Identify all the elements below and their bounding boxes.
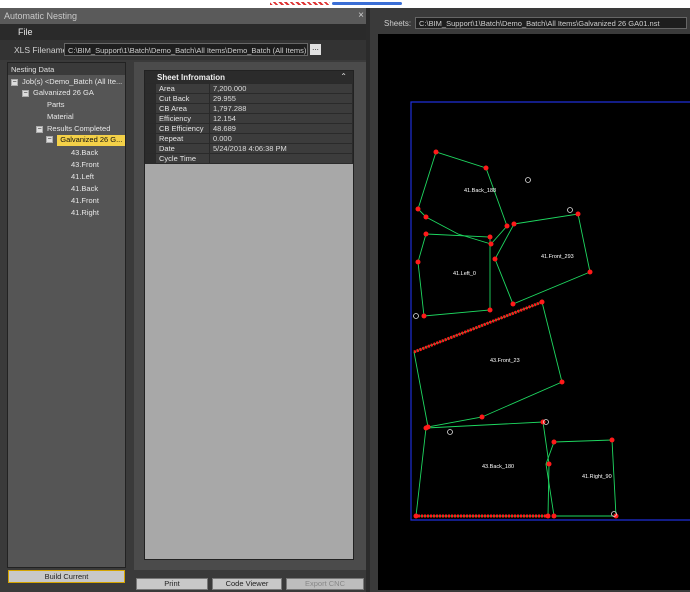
tree-node-part[interactable]: 41.Left — [71, 172, 94, 183]
tree-node-part[interactable]: 41.Front — [71, 196, 99, 207]
table-row: Cut Back 29.955 — [145, 93, 353, 104]
sheets-path-field[interactable]: C:\BIM_Support\1\Batch\Demo_Batch\All It… — [415, 17, 687, 29]
tree-node-sheet-row: − Galvanized 26 G... — [46, 135, 126, 146]
part-outlines — [413, 151, 617, 517]
prop-value — [209, 153, 353, 164]
part-labels: 41.Back_188 41.Front_293 41.Left_0 43.Fr… — [453, 188, 612, 480]
tree-node-job[interactable]: − Job(s) <Demo_Batch (All Ite... — [11, 77, 122, 88]
table-row: Efficiency 12.154 — [145, 113, 353, 124]
prop-key: Cut Back — [155, 93, 210, 104]
prop-value: 7,200.000 — [209, 83, 353, 94]
table-row: Cycle Time — [145, 153, 353, 164]
tree-node-material-group[interactable]: − Galvanized 26 GA — [22, 88, 94, 99]
spellcheck-underline — [270, 2, 330, 5]
part-label: 41.Back_188 — [464, 188, 496, 194]
tree-node-label: Galvanized 26 GA — [33, 88, 94, 97]
collapse-chevron-icon[interactable]: ⌃ — [340, 72, 347, 81]
print-button[interactable]: Print — [136, 578, 208, 590]
part-label: 41.Right_90 — [582, 474, 612, 480]
hyperlink-underline — [332, 2, 402, 5]
export-cnc-button[interactable]: Export CNC — [286, 578, 364, 590]
sheet-boundary — [410, 101, 690, 521]
window-title: Automatic Nesting — [4, 11, 78, 21]
prop-value: 5/24/2018 4:06:38 PM — [209, 143, 353, 154]
cut-points — [413, 149, 619, 519]
prop-key: Efficiency — [155, 113, 210, 124]
close-icon[interactable]: × — [358, 10, 364, 21]
table-row: Date 5/24/2018 4:06:38 PM — [145, 143, 353, 154]
build-current-button[interactable]: Build Current — [8, 570, 125, 583]
menu-file[interactable]: File — [18, 27, 33, 37]
prop-value: 12.154 — [209, 113, 353, 124]
tree-node-part[interactable]: 43.Front — [71, 160, 99, 171]
xls-filename-label: XLS Filename: — [14, 45, 70, 55]
tree-node-material[interactable]: Material — [47, 112, 74, 123]
sheet-info-header: Sheet Infromation ⌃ — [145, 71, 353, 83]
part-label: 41.Front_293 — [541, 254, 574, 260]
table-row: CB Efficiency 48.689 — [145, 123, 353, 134]
table-row: Area 7,200.000 — [145, 83, 353, 94]
prop-key: Date — [155, 143, 210, 154]
prop-key: Cycle Time — [155, 153, 210, 164]
browse-button[interactable]: ... — [310, 44, 321, 55]
sheet-properties-table: Area 7,200.000 Cut Back 29.955 CB Area 1,79… — [145, 83, 353, 164]
tree-node-label: Results Completed — [47, 124, 111, 133]
xls-filename-row: XLS Filename: C:\BIM_Support\1\Batch\Dem… — [0, 40, 370, 60]
code-viewer-button[interactable]: Code Viewer — [212, 578, 282, 590]
title-bar: Automatic Nesting × — [0, 8, 370, 24]
tree-node-sheet-selected[interactable]: Galvanized 26 G... — [57, 135, 126, 146]
prop-value: 1,797.288 — [209, 103, 353, 114]
collapse-icon[interactable]: − — [46, 136, 53, 144]
tree-node-part[interactable]: 43.Back — [71, 148, 98, 159]
part-back-188-outline — [417, 151, 508, 245]
part-label: 43.Back_180 — [482, 464, 514, 470]
sheet-view-panel: Sheets: C:\BIM_Support\1\Batch\Demo_Batc… — [370, 8, 690, 592]
sheet-info-panel: Sheet Infromation ⌃ Area 7,200.000 Cut Ba… — [134, 62, 366, 570]
prop-value: 0.000 — [209, 133, 353, 144]
nesting-canvas[interactable]: 41.Back_188 41.Front_293 41.Left_0 43.Fr… — [378, 34, 690, 590]
part-label: 41.Left_0 — [453, 271, 476, 277]
table-row: Repeat 0.000 — [145, 133, 353, 144]
collapse-icon[interactable]: − — [22, 89, 29, 97]
tree-node-part[interactable]: 41.Right — [71, 208, 99, 219]
tree-header: Nesting Data — [8, 63, 125, 75]
nesting-data-tree: Nesting Data − Job(s) <Demo_Batch (All It… — [7, 62, 126, 568]
prop-key: Repeat — [155, 133, 210, 144]
automatic-nesting-window: Automatic Nesting × File XLS Filename: C… — [0, 8, 370, 592]
collapse-icon[interactable]: − — [36, 125, 43, 133]
prop-key: Area — [155, 83, 210, 94]
sheet-info-title: Sheet Infromation — [157, 73, 226, 82]
tree-node-part[interactable]: 41.Back — [71, 184, 98, 195]
tree-node-parts[interactable]: Parts — [47, 100, 65, 111]
tree-node-results[interactable]: − Results Completed — [36, 124, 110, 135]
sheets-label: Sheets: — [384, 19, 412, 28]
part-front-23-outline — [413, 301, 563, 428]
table-row: CB Area 1,797.288 — [145, 103, 353, 114]
sheet-info-card: Sheet Infromation ⌃ Area 7,200.000 Cut Ba… — [144, 70, 354, 560]
document-top-strip — [0, 0, 690, 8]
tree-node-label: Job(s) <Demo_Batch (All Ite... — [22, 77, 123, 86]
prop-key: CB Area — [155, 103, 210, 114]
prop-value: 29.955 — [209, 93, 353, 104]
part-label: 43.Front_23 — [490, 358, 520, 364]
collapse-icon[interactable]: − — [11, 78, 18, 86]
marker-icons — [413, 177, 617, 517]
menu-bar: File — [0, 24, 370, 40]
xls-filename-field[interactable]: C:\BIM_Support\1\Batch\Demo_Batch\All It… — [64, 43, 308, 56]
prop-key: CB Efficiency — [155, 123, 210, 134]
nesting-drawing: 41.Back_188 41.Front_293 41.Left_0 43.Fr… — [410, 101, 690, 521]
prop-value: 48.689 — [209, 123, 353, 134]
